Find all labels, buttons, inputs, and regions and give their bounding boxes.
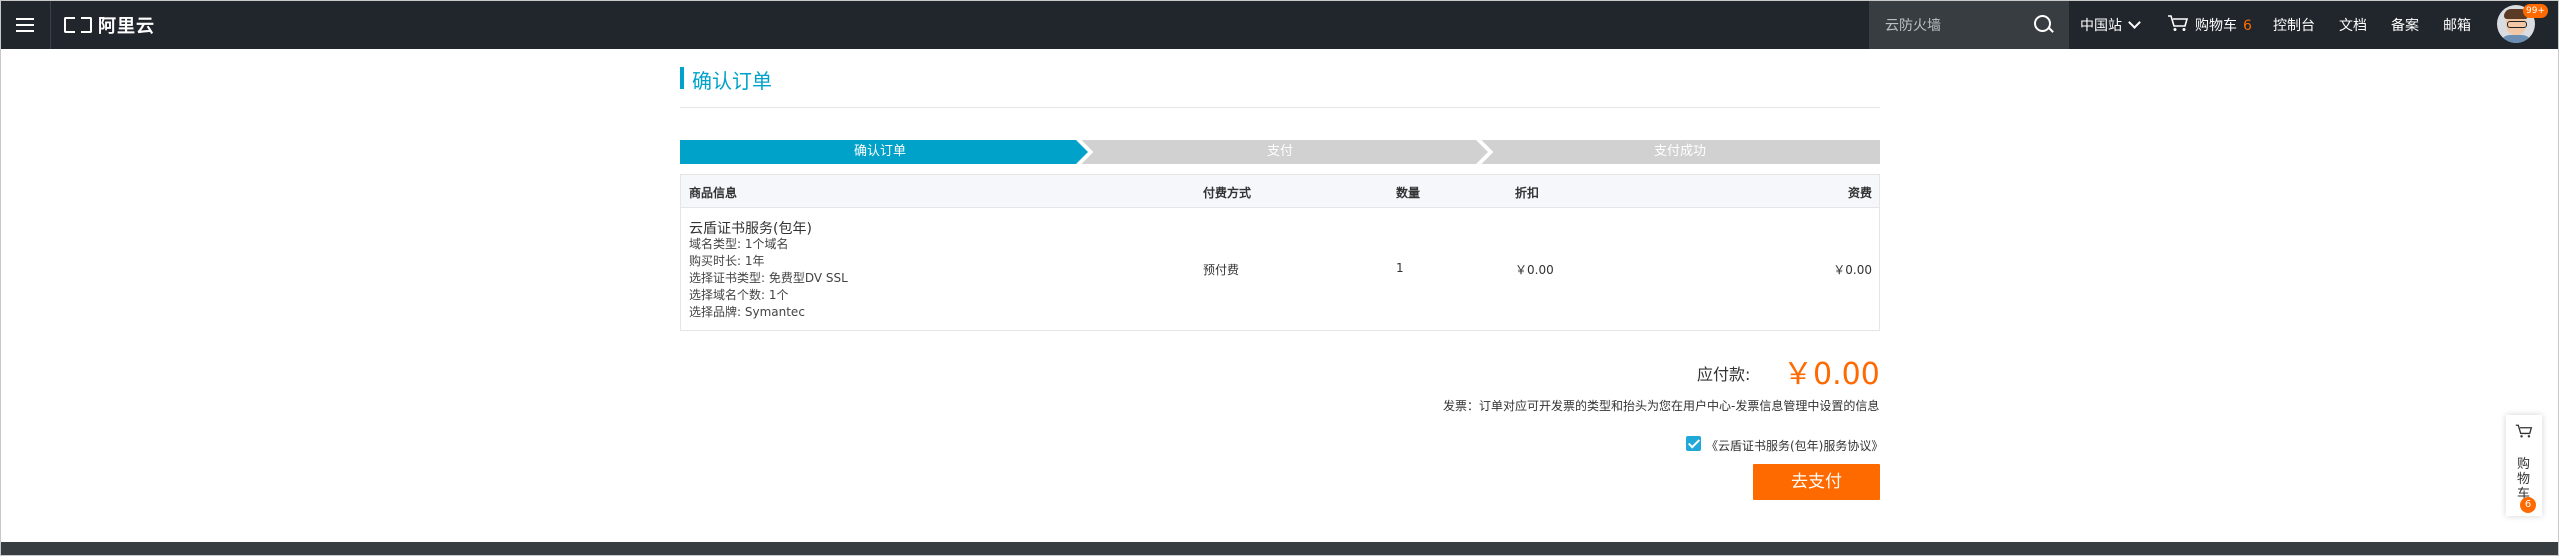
region-selector[interactable]: 中国站 [2080,15,2141,35]
step-pay-success: 支付成功 [1480,140,1880,164]
discount-value: ￥0.00 [1515,263,1554,277]
th-fee: 资费 [1847,186,1872,200]
quantity-value: 1 [1396,261,1404,275]
payment-type: 预付费 [1203,263,1240,277]
aliyun-logo-icon [64,17,92,33]
table-header: 商品信息 付费方式 数量 折扣 资费 [681,175,1879,208]
th-product: 商品信息 [689,186,738,200]
page-title: 确认订单 [692,69,772,93]
product-detail: 选择证书类型: 免费型DV SSL [689,271,848,285]
order-table: 商品信息 付费方式 数量 折扣 资费 云盾证书服务(包年) 域名类型: 1个域名… [680,174,1880,331]
region-label: 中国站 [2080,18,2122,34]
agreement-checkbox[interactable] [1686,436,1701,451]
cart-count: 6 [2243,18,2252,34]
product-detail: 选择品牌: Symantec [689,305,805,319]
th-quantity: 数量 [1396,186,1421,200]
nav-docs[interactable]: 文档 [2339,15,2367,35]
product-detail: 购买时长: 1年 [689,254,765,268]
floating-cart-label: 购物车 [2517,457,2531,502]
footer-bar [0,542,2559,556]
cart-link[interactable]: 购物车 6 [2195,15,2252,35]
payable-amount: ￥0.00 [1783,357,1880,392]
step-label: 确认订单 [853,144,906,159]
nav-console[interactable]: 控制台 [2273,15,2315,35]
search-icon[interactable] [2034,15,2051,32]
fee-value: ￥0.00 [1833,263,1872,277]
th-payment: 付费方式 [1203,186,1252,200]
title-accent-bar [680,67,684,89]
step-pay: 支付 [1080,140,1488,164]
cart-label: 购物车 [2195,18,2237,34]
step-label: 支付成功 [1653,144,1706,159]
product-detail: 选择域名个数: 1个 [689,288,789,302]
product-detail: 域名类型: 1个域名 [689,237,789,251]
notification-badge: 99+ [2523,4,2548,18]
top-navigation-bar: 阿里云 云防火墙 中国站 购物车 6 控制台 文档 备案 邮箱 99+ [0,0,2559,49]
nav-mail[interactable]: 邮箱 [2443,15,2471,35]
logo-text: 阿里云 [98,16,155,37]
nav-beian[interactable]: 备案 [2391,15,2419,35]
payable-label: 应付款: [1697,365,1751,384]
invoice-note: 发票：订单对应可开发票的类型和抬头为您在用户中心-发票信息管理中设置的信息 [1443,399,1880,413]
cart-icon [2515,424,2533,438]
th-discount: 折扣 [1515,186,1540,200]
cart-icon[interactable] [2167,14,2189,32]
pay-button[interactable]: 去支付 [1753,464,1880,500]
step-confirm-order: 确认订单 [680,140,1088,164]
search-placeholder: 云防火墙 [1885,18,1941,34]
title-divider [680,107,1880,108]
order-progress-steps: 确认订单 支付 支付成功 [680,140,1880,164]
floating-cart-count: 6 [2520,497,2536,513]
aliyun-logo[interactable]: 阿里云 [64,14,155,37]
search-input[interactable]: 云防火墙 [1869,0,2069,49]
step-label: 支付 [1266,144,1293,159]
menu-icon[interactable] [0,0,51,49]
floating-cart-button[interactable]: 购物车 6 [2506,415,2542,516]
chevron-down-icon [2128,16,2141,29]
agreement-link[interactable]: 《云盾证书服务(包年)服务协议》 [1706,437,1883,454]
